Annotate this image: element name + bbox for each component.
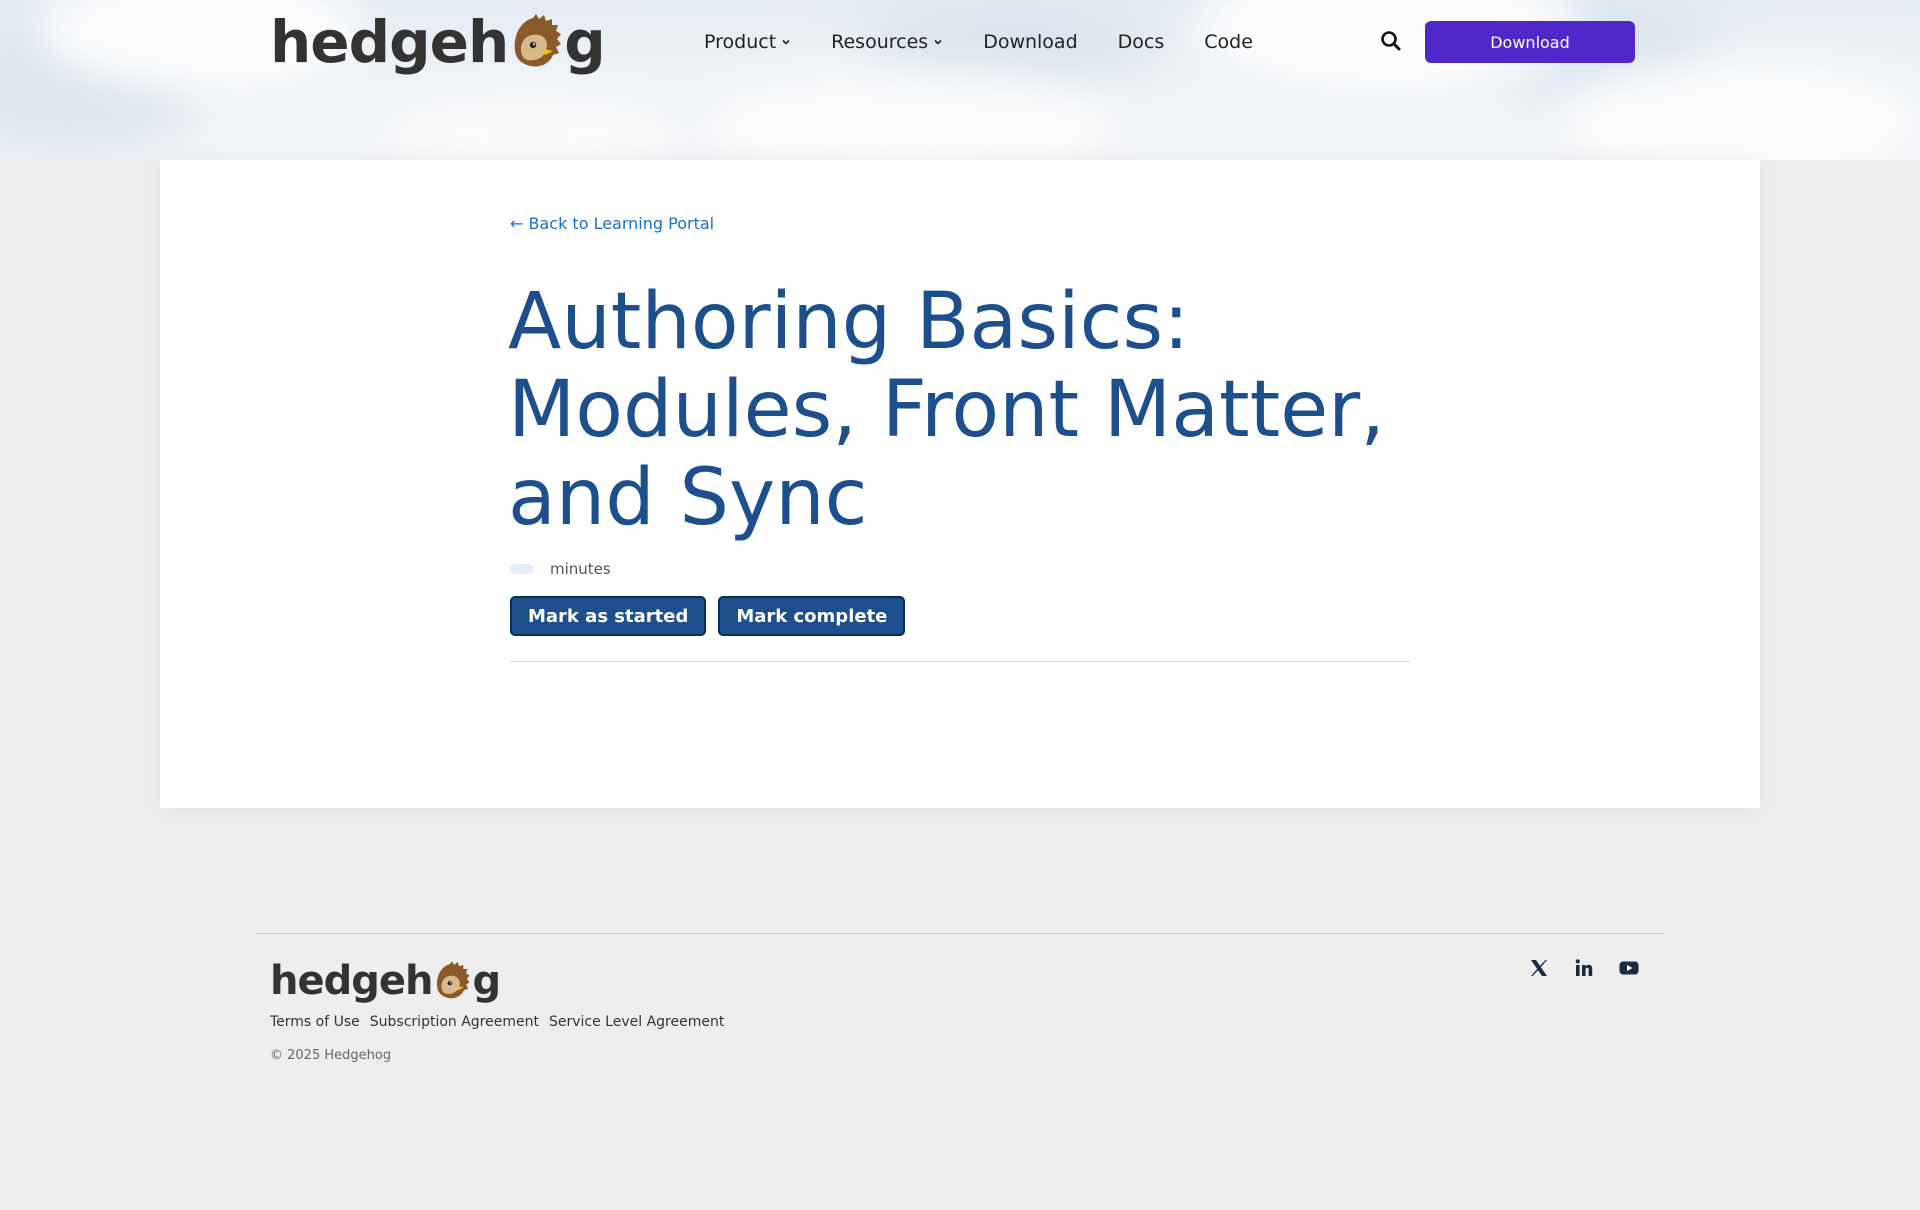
duration-meta: minutes bbox=[510, 560, 611, 578]
duration-value-placeholder bbox=[510, 564, 534, 574]
page: hedgeh g Product Resources Download Docs… bbox=[0, 0, 1920, 1210]
footer-legal-links: Terms of Use Subscription Agreement Serv… bbox=[270, 1014, 734, 1030]
nav-item-label: Resources bbox=[831, 31, 929, 53]
page-title: Authoring Basics: Modules, Front Matter,… bbox=[508, 277, 1386, 543]
search-icon[interactable] bbox=[1378, 28, 1404, 54]
copyright: © 2025 Hedgehog bbox=[270, 1048, 392, 1063]
footer-logo[interactable]: hedgeh g bbox=[270, 958, 501, 1004]
nav-item-label: Code bbox=[1204, 31, 1253, 53]
nav-item-download[interactable]: Download bbox=[983, 31, 1077, 53]
nav-item-product[interactable]: Product bbox=[704, 31, 791, 53]
footer-divider bbox=[255, 933, 1665, 934]
logo-text-end: g bbox=[564, 8, 606, 76]
chevron-down-icon bbox=[782, 39, 790, 45]
site-logo[interactable]: hedgeh g bbox=[270, 8, 606, 76]
site-header: hedgeh g Product Resources Download Docs… bbox=[0, 0, 1920, 160]
x-twitter-icon[interactable] bbox=[1528, 957, 1550, 979]
terms-of-use-link[interactable]: Terms of Use bbox=[270, 1014, 360, 1030]
nav-item-label: Product bbox=[704, 31, 777, 53]
duration-unit: minutes bbox=[550, 560, 611, 578]
chevron-down-icon bbox=[934, 39, 942, 45]
nav-item-resources[interactable]: Resources bbox=[831, 31, 943, 53]
subscription-agreement-link[interactable]: Subscription Agreement bbox=[370, 1014, 539, 1030]
progress-actions: Mark as started Mark complete bbox=[510, 596, 917, 636]
hedgehog-face-icon bbox=[509, 13, 563, 71]
logo-text-start: hedgeh bbox=[270, 8, 509, 76]
nav-item-docs[interactable]: Docs bbox=[1118, 31, 1165, 53]
linkedin-icon[interactable] bbox=[1573, 957, 1595, 979]
logo-text-end: g bbox=[472, 958, 501, 1004]
nav-item-label: Download bbox=[983, 31, 1078, 53]
mark-complete-button[interactable]: Mark complete bbox=[718, 596, 906, 636]
youtube-icon[interactable] bbox=[1618, 957, 1640, 979]
nav-item-label: Docs bbox=[1117, 31, 1165, 53]
back-to-learning-portal-link[interactable]: ← Back to Learning Portal bbox=[510, 214, 714, 233]
content-divider bbox=[510, 661, 1410, 662]
service-level-agreement-link[interactable]: Service Level Agreement bbox=[549, 1014, 724, 1030]
nav-item-code[interactable]: Code bbox=[1204, 31, 1253, 53]
social-links bbox=[1528, 957, 1663, 979]
main-nav: Product Resources Download Docs Code bbox=[704, 28, 1293, 56]
mark-as-started-button[interactable]: Mark as started bbox=[510, 596, 707, 636]
logo-text-start: hedgeh bbox=[270, 958, 433, 1004]
hedgehog-face-icon bbox=[433, 960, 471, 1002]
header-download-button[interactable]: Download bbox=[1425, 21, 1635, 63]
